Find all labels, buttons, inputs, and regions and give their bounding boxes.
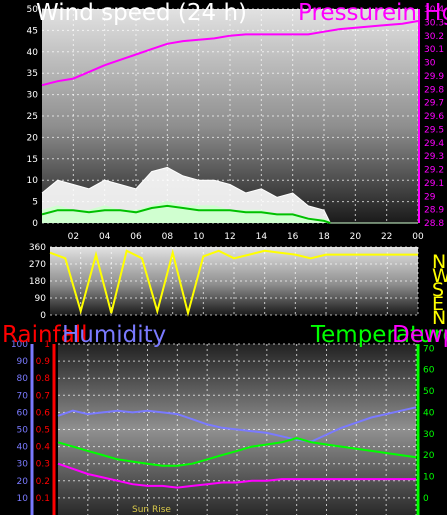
- pressure-tick-label: 29.4: [424, 139, 444, 149]
- hour-tick-labels: 02 04 06 08 10 12 14 16 18 20 22 00: [68, 232, 424, 242]
- wind-tick-label: 5: [32, 198, 38, 208]
- hour-tick-label: 14: [256, 232, 268, 242]
- temp-tick-labels: 010203040506070: [423, 344, 435, 504]
- wind-tick-label: 10: [27, 176, 39, 186]
- wind-left-tick-labels: 05101520253035404550: [27, 5, 39, 229]
- pressure-right-tick-labels: 28.8 28.9 29 29.1 29.2 29.3 29.4 29.5 29.6 29.7 29…: [424, 5, 444, 229]
- hour-tick-label: 12: [224, 232, 235, 242]
- pressure-tick-label: 30.2: [424, 32, 444, 42]
- wind-tick-label: 20: [27, 133, 39, 143]
- pressure-tick-label: 30: [424, 59, 436, 69]
- hour-tick-label: 18: [318, 232, 330, 242]
- pressure-unit: in Hg: [396, 0, 447, 26]
- pressure-tick-label: 28.8: [424, 219, 444, 229]
- humidity-tick-label: 40: [17, 443, 29, 453]
- direction-panel: 0 90 180 270 360 NWSEN: [29, 243, 447, 329]
- temp-tick-label: 50: [423, 387, 435, 397]
- hour-tick-label: 06: [130, 232, 142, 242]
- rain-tick-label: 0.1: [36, 494, 50, 504]
- pressure-tick-label: 30.1: [424, 45, 444, 55]
- humidity-tick-label: 20: [17, 477, 29, 487]
- humidity-tick-label: 60: [17, 408, 29, 418]
- direction-tick-label: 270: [29, 260, 46, 270]
- humidity-tick-label: 90: [17, 357, 29, 367]
- wind-pressure-panel: 05101520253035404550 28.828.92929.129.22…: [27, 0, 447, 242]
- temp-humidity-panel: 102030405060708090100 0.10.20.30.40.50.6…: [2, 322, 447, 515]
- hour-tick-label: 02: [68, 232, 79, 242]
- wind-tick-label: 45: [27, 26, 38, 36]
- hour-tick-label: 04: [99, 232, 111, 242]
- hour-tick-label: 22: [381, 232, 392, 242]
- compass-labels: NWSEN: [432, 251, 447, 329]
- direction-tick-label: 0: [40, 311, 46, 321]
- weather-charts: 05101520253035404550 28.828.92929.129.22…: [2, 0, 447, 515]
- pressure-tick-label: 29.6: [424, 112, 444, 122]
- humidity-tick-label: 70: [17, 391, 29, 401]
- temp-tick-label: 20: [423, 451, 435, 461]
- pressure-tick-label: 28.9: [424, 206, 444, 216]
- direction-tick-label: 360: [29, 243, 46, 253]
- rain-tick-label: 0.7: [36, 391, 50, 401]
- wind-tick-label: 35: [27, 69, 38, 79]
- direction-tick-labels: 0 90 180 270 360: [29, 243, 46, 321]
- humidity-tick-labels: 102030405060708090100: [11, 340, 28, 504]
- hour-tick-label: 16: [287, 232, 299, 242]
- wind-title: Wind speed (24 h): [36, 0, 247, 26]
- temp-tick-label: 0: [423, 494, 429, 504]
- rain-tick-label: 0.6: [36, 408, 51, 418]
- humidity-tick-label: 50: [17, 426, 29, 436]
- pressure-tick-label: 29.7: [424, 99, 444, 109]
- humidity-title: Humidity: [62, 322, 166, 348]
- rain-tick-label: 0.9: [36, 357, 51, 367]
- humidity-tick-label: 10: [17, 494, 29, 504]
- rain-tick-label: 0.2: [36, 477, 50, 487]
- humidity-tick-label: 80: [17, 374, 29, 384]
- pressure-title: Pressure: [298, 0, 396, 26]
- rain-tick-label: 0.4: [36, 443, 51, 453]
- sunrise-annotation: Sun Rise: [132, 505, 171, 515]
- pressure-tick-label: 29.8: [424, 85, 444, 95]
- rain-tick-label: 0.8: [36, 374, 51, 384]
- wind-tick-label: 30: [27, 91, 39, 101]
- rain-tick-label: 0.3: [36, 460, 50, 470]
- wind-tick-label: 25: [27, 112, 38, 122]
- temp-tick-label: 10: [423, 473, 435, 483]
- pressure-tick-label: 29.2: [424, 166, 444, 176]
- rain-tick-labels: 0.10.20.30.40.50.60.70.80.91: [36, 340, 51, 504]
- rain-tick-label: 0.5: [36, 426, 50, 436]
- pressure-tick-label: 29.5: [424, 125, 444, 135]
- pressure-tick-label: 29.1: [424, 179, 444, 189]
- wind-tick-label: 40: [27, 48, 39, 58]
- hour-tick-label: 00: [412, 232, 424, 242]
- temp-tick-label: 30: [423, 430, 435, 440]
- humidity-tick-label: 30: [17, 460, 29, 470]
- hour-tick-label: 20: [350, 232, 362, 242]
- temp-tick-label: 60: [423, 366, 435, 376]
- dewpoint-title: Dewpoint: [392, 322, 447, 348]
- pressure-tick-label: 29.3: [424, 152, 444, 162]
- pressure-tick-label: 29: [424, 192, 436, 202]
- direction-tick-label: 90: [35, 294, 47, 304]
- hour-tick-label: 10: [193, 232, 205, 242]
- wind-tick-label: 15: [27, 155, 38, 165]
- hour-tick-label: 08: [162, 232, 174, 242]
- wind-tick-label: 0: [32, 219, 38, 229]
- pressure-tick-label: 29.9: [424, 72, 444, 82]
- temp-tick-label: 40: [423, 408, 435, 418]
- direction-tick-label: 180: [29, 277, 46, 287]
